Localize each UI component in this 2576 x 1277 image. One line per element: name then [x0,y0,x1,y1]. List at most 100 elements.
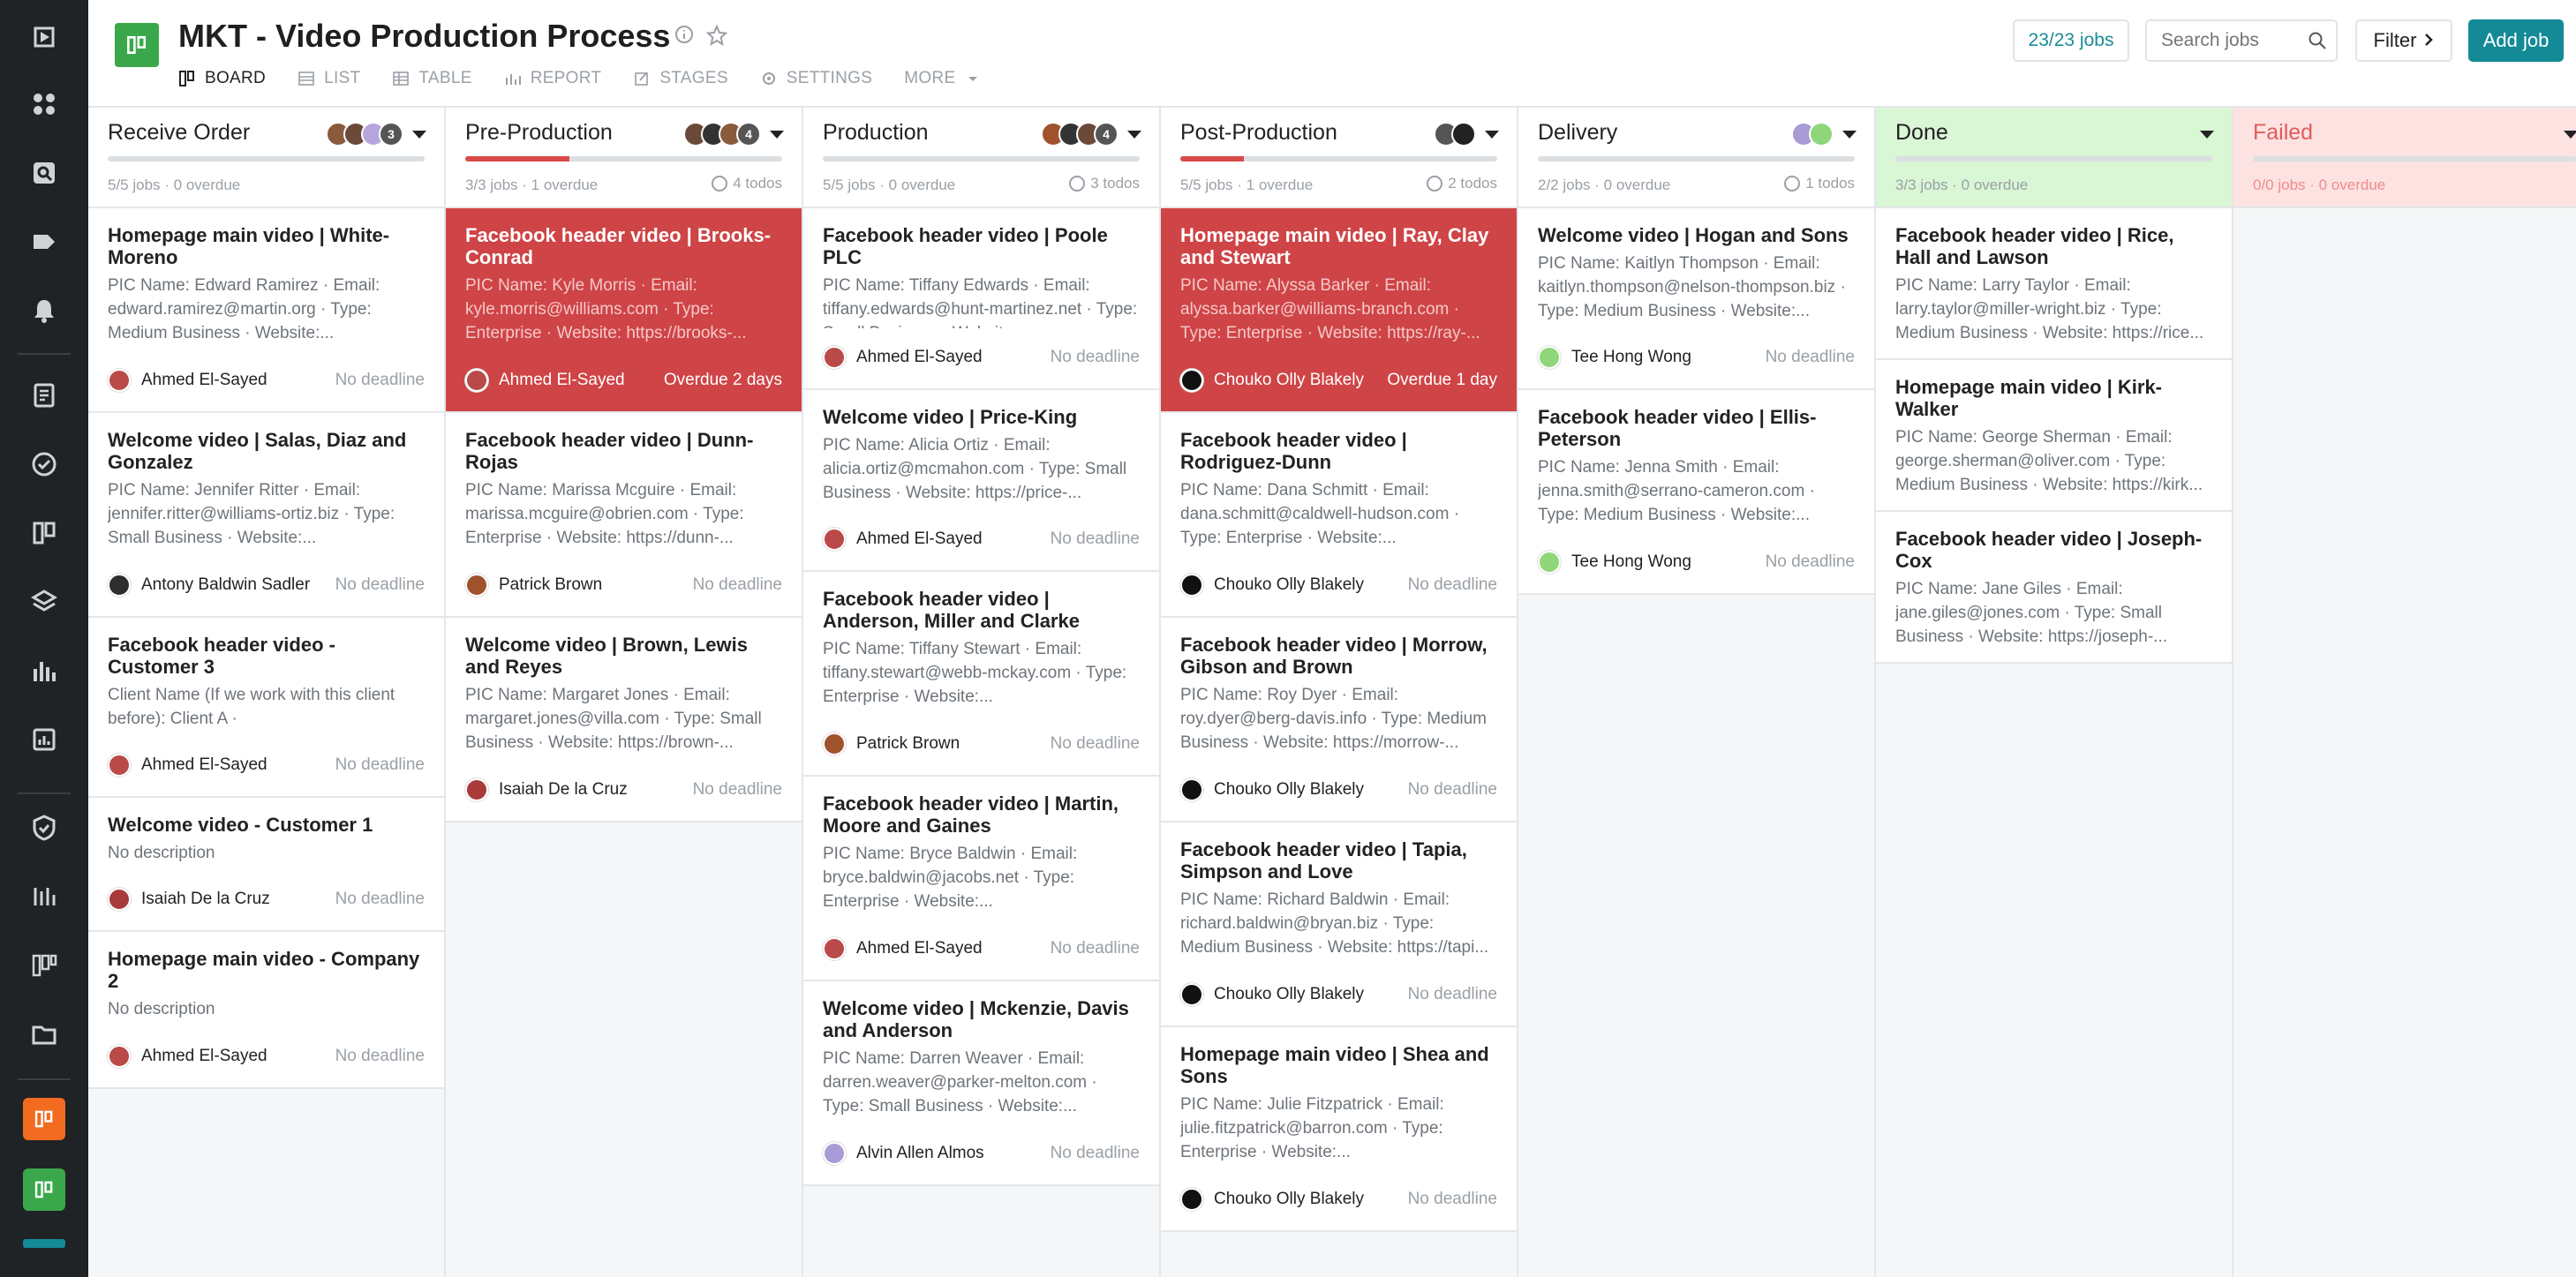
assignee-avatar[interactable] [1180,369,1203,392]
job-card[interactable]: Facebook header video | Anderson, Miller… [803,572,1159,777]
bar-chart-icon[interactable] [26,653,62,688]
orange-app-icon[interactable] [23,1098,65,1140]
job-card[interactable]: Welcome video | Salas, Diaz and Gonzalez… [88,413,444,618]
dashboard-icon[interactable] [26,86,62,122]
assignee-name: Ahmed El-Sayed [856,939,983,958]
job-card[interactable]: Facebook header video | Martin, Moore an… [803,777,1159,981]
column-members[interactable]: 4 [1041,122,1119,146]
search-icon[interactable] [2308,31,2327,50]
column-title: Post-Production [1180,120,1337,145]
job-card[interactable]: Welcome video - Customer 1 No description… [88,798,444,932]
assignee-avatar[interactable] [465,778,488,801]
tab-list[interactable]: LIST [298,67,360,90]
assignee-avatar[interactable] [1180,574,1203,597]
job-description: PIC Name: Kaitlyn Thompson · Email: kait… [1538,254,1846,320]
document-icon[interactable] [26,378,62,413]
tab-table[interactable]: TABLE [392,67,471,90]
board-icon[interactable] [26,515,62,551]
bell-icon[interactable] [26,293,62,328]
search-icon[interactable] [26,155,62,191]
column-header: Done 3/3 jobs · 0 overdue [1876,108,2232,208]
assignee-avatar[interactable] [823,1142,846,1165]
caret-down-icon[interactable] [770,131,784,139]
job-description: No description [108,844,215,862]
job-card[interactable]: Facebook header video | Rodriguez-Dunn PI… [1161,413,1517,618]
job-title: Welcome video | Price-King [823,406,1078,428]
folder-icon[interactable] [26,1017,62,1052]
job-card[interactable]: Facebook header video | Joseph-Cox PIC Na… [1876,512,2232,664]
assignee-avatar[interactable] [108,1045,131,1068]
assignee-avatar[interactable] [1538,551,1561,574]
assignee-avatar[interactable] [1538,346,1561,369]
caret-down-icon[interactable] [1485,131,1499,139]
column-members[interactable]: 3 [326,122,403,146]
assignee-avatar[interactable] [1180,1188,1203,1211]
column-todos[interactable]: 1 todos [1784,175,1855,192]
report-icon[interactable] [26,722,62,757]
assignee-avatar[interactable] [1180,778,1203,801]
job-card[interactable]: Welcome video | Brown, Lewis and Reyes PI… [446,618,802,823]
column-todos[interactable]: 2 todos [1427,175,1497,192]
assignee-avatar[interactable] [465,369,488,392]
card-list: Facebook header video | Rice, Hall and L… [1876,208,2232,664]
column-members[interactable]: 4 [683,122,761,146]
caret-down-icon[interactable] [1842,131,1857,139]
tab-report[interactable]: REPORT [504,67,602,90]
caret-down-icon[interactable] [2564,131,2576,139]
job-card[interactable]: Facebook header video | Tapia, Simpson a… [1161,823,1517,1027]
logo-icon[interactable] [26,19,62,55]
tab-settings[interactable]: SETTINGS [760,67,872,90]
assignee-avatar[interactable] [823,528,846,551]
job-card[interactable]: Homepage main video - Company 2 No descri… [88,932,444,1089]
jobs-count-badge[interactable]: 23/23 jobs [2013,19,2129,62]
job-card[interactable]: Welcome video | Price-King PIC Name: Alic… [803,390,1159,572]
column-members[interactable] [1791,122,1834,146]
assignee-avatar[interactable] [823,346,846,369]
caret-down-icon[interactable] [1127,131,1141,139]
add-job-button[interactable]: Add job [2468,19,2564,62]
assignee-avatar[interactable] [1180,983,1203,1006]
tag-icon[interactable] [26,224,62,259]
assignee-avatar[interactable] [108,369,131,392]
job-card[interactable]: Homepage main video | White-Moreno PIC Na… [88,208,444,413]
job-card[interactable]: Facebook header video - Customer 3 Client… [88,618,444,798]
job-card[interactable]: Homepage main video | Shea and Sons PIC N… [1161,1027,1517,1232]
check-circle-icon[interactable] [26,447,62,482]
caret-down-icon[interactable] [2200,131,2214,139]
teal-app-icon[interactable] [23,1239,65,1248]
assignee-avatar[interactable] [465,574,488,597]
tab-more[interactable]: MORE [904,67,982,90]
green-app-icon[interactable] [23,1168,65,1211]
tab-board[interactable]: BOARD [178,67,266,90]
todo-circle-icon [1784,176,1801,192]
job-card[interactable]: Facebook header video | Poole PLC PIC Nam… [803,208,1159,390]
shield-icon[interactable] [26,810,62,845]
assignee-avatar[interactable] [108,888,131,911]
deadline-label: No deadline [692,575,782,594]
assignee-avatar[interactable] [823,937,846,960]
job-card[interactable]: Facebook header video | Rice, Hall and L… [1876,208,2232,360]
filter-button[interactable]: Filter [2355,19,2452,62]
column-todos[interactable]: 4 todos [712,175,782,192]
job-card[interactable]: Homepage main video | Kirk-Walker PIC Nam… [1876,360,2232,512]
assignee-avatar[interactable] [108,754,131,777]
tab-stages[interactable]: STAGES [633,67,727,90]
job-card[interactable]: Welcome video | Mckenzie, Davis and Ande… [803,981,1159,1186]
job-card[interactable]: Facebook header video | Morrow, Gibson a… [1161,618,1517,823]
job-card[interactable]: Facebook header video | Dunn-Rojas PIC Na… [446,413,802,618]
job-card[interactable]: Homepage main video | Ray, Clay and Stew… [1161,208,1517,413]
column-todos[interactable]: 3 todos [1069,175,1140,192]
assignee-avatar[interactable] [823,732,846,755]
assignee-avatar[interactable] [108,574,131,597]
info-icon[interactable] [674,25,694,50]
job-card[interactable]: Welcome video | Hogan and Sons PIC Name: … [1518,208,1874,390]
job-title: Facebook header video | Anderson, Miller… [823,588,1080,632]
caret-down-icon[interactable] [412,131,426,139]
star-icon[interactable] [705,24,728,50]
job-card[interactable]: Facebook header video | Ellis-Peterson PI… [1518,390,1874,595]
kanban-icon[interactable] [26,948,62,983]
column-members[interactable] [1434,122,1476,146]
job-card[interactable]: Facebook header video | Brooks-Conrad PIC… [446,208,802,413]
layers-icon[interactable] [26,584,62,620]
timeline-icon[interactable] [26,879,62,914]
